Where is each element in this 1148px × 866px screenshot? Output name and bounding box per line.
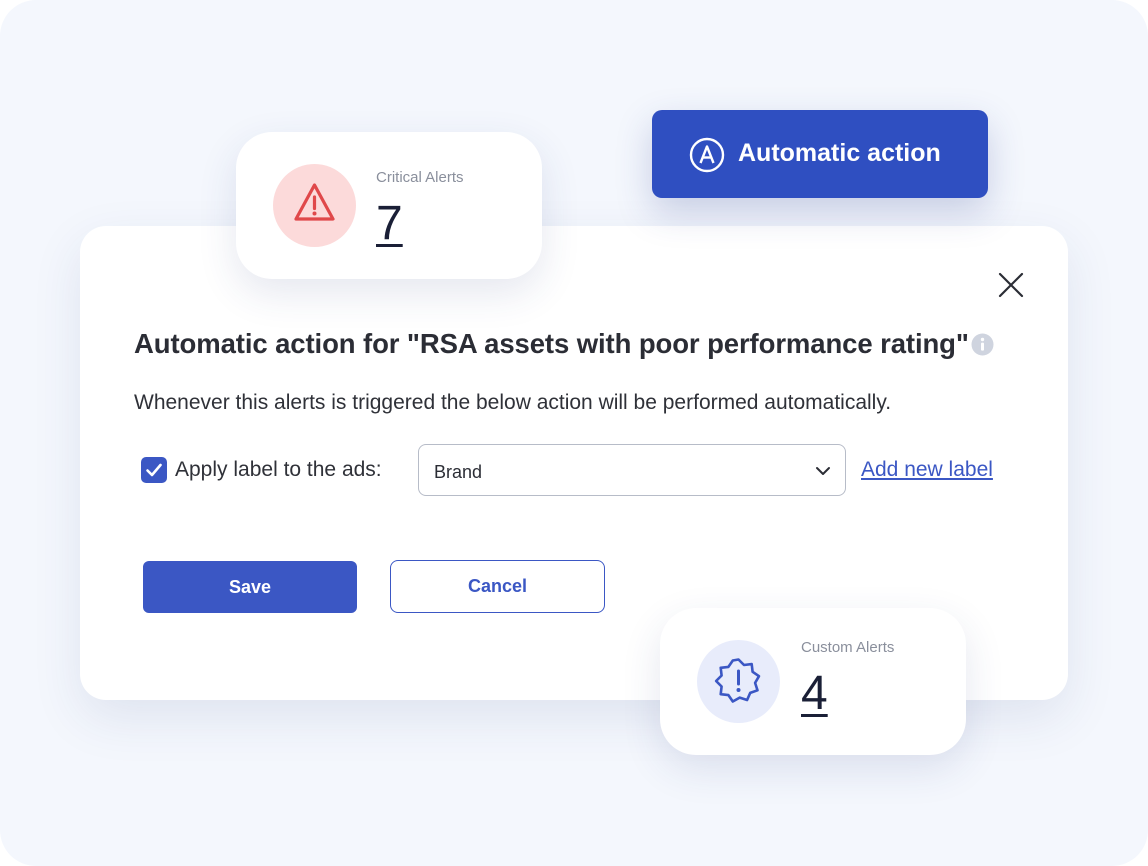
label-select-value: Brand (434, 462, 483, 482)
custom-alerts-icon-bg (697, 640, 780, 723)
chevron-down-icon (816, 467, 830, 475)
critical-alerts-label: Critical Alerts (376, 169, 464, 186)
checkmark-icon (146, 463, 162, 477)
dialog-description: Whenever this alerts is triggered the be… (134, 391, 892, 414)
automatic-action-label: Automatic action (738, 139, 941, 167)
label-select[interactable]: Brand (418, 444, 846, 496)
warning-triangle-icon (294, 183, 335, 221)
critical-alerts-count[interactable]: 7 (376, 196, 403, 251)
critical-alerts-icon-bg (273, 164, 356, 247)
close-button[interactable] (995, 269, 1027, 301)
cancel-button[interactable]: Cancel (390, 560, 605, 613)
dialog-title: Automatic action for "RSA assets with po… (134, 328, 969, 359)
add-new-label-link[interactable]: Add new label (861, 458, 993, 482)
custom-alerts-count[interactable]: 4 (801, 666, 828, 721)
circle-a-icon (689, 137, 725, 173)
badge-alert-icon (714, 658, 761, 703)
close-icon (998, 272, 1024, 298)
apply-label-checkbox[interactable] (141, 457, 167, 483)
save-button[interactable]: Save (143, 561, 357, 613)
apply-label-text: Apply label to the ads: (175, 458, 382, 481)
info-icon[interactable] (971, 333, 994, 356)
custom-alerts-label: Custom Alerts (801, 639, 895, 656)
